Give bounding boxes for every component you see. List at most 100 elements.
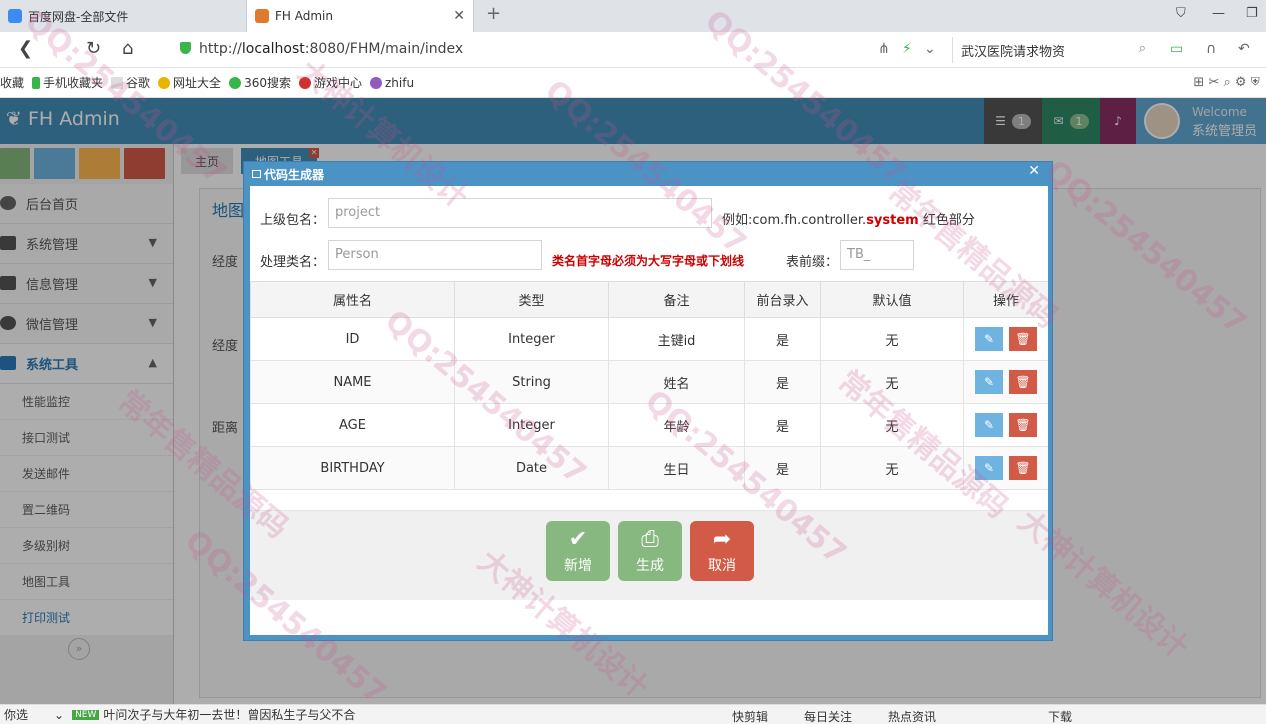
dialog-footer: ✔ 新增 ⎙ 生成 ➦ 取消 [250,510,1048,600]
undo-icon[interactable]: ↶ [1238,41,1250,57]
generate-button[interactable]: ⎙ 生成 [618,521,682,581]
minimize-icon[interactable]: — [1212,6,1225,21]
360-icon [229,76,242,89]
bookmark-item[interactable]: 收藏 [0,74,24,91]
url-field[interactable]: http://localhost:8080/FHM/main/index [180,41,463,57]
package-input[interactable]: project [328,198,712,228]
share-icon[interactable]: ⋔ [878,41,890,57]
class-placeholder: Person [335,247,379,262]
chevron-down-icon[interactable]: ⌄ [924,41,936,57]
edit-icon[interactable]: ✎ [975,413,1003,437]
cancel-button[interactable]: ➦ 取消 [690,521,754,581]
hint-prefix: 例如:com.fh.controller. [722,213,867,228]
tab-title: FH Admin [275,9,333,23]
cell-default: 无 [820,446,964,490]
bookmark-item[interactable]: 谷歌 [111,74,150,91]
cell-actions: ✎ 🗑 [963,403,1048,447]
package-hint: 例如:com.fh.controller.system 红色部分 [722,209,975,228]
prefix-input[interactable]: TB_ [840,240,914,270]
cell-type: Date [454,446,609,490]
secure-shield-icon [180,42,191,54]
share-arrow-icon: ➦ [712,527,732,552]
status-item[interactable]: 每日关注 [804,708,852,724]
table-row: BIRTHDAY Date 生日 是 无 ✎ 🗑 [250,446,1048,490]
close-icon[interactable]: ✕ [1028,163,1040,179]
trash-icon[interactable]: 🗑 [1009,327,1037,351]
cell-type: String [454,360,609,404]
bookmark-label: 网址大全 [173,76,222,90]
bookmark-label: 手机收藏夹 [43,76,104,90]
bookmark-item[interactable]: 手机收藏夹 [32,74,103,91]
bookmark-item[interactable]: 360搜索 [229,74,291,91]
table-row: NAME String 姓名 是 无 ✎ 🗑 [250,360,1048,404]
battery-icon: ▭ [1170,41,1184,57]
home-icon[interactable]: ⌂ [122,38,133,59]
table-row: AGE Integer 年龄 是 无 ✎ 🗑 [250,403,1048,447]
window-icon [252,170,261,178]
chevron-down-icon[interactable]: ⌄ [54,708,64,722]
trash-icon[interactable]: 🗑 [1009,456,1037,480]
close-tab-icon[interactable]: ✕ [453,8,465,24]
trash-icon[interactable]: 🗑 [1009,370,1037,394]
column-header: 默认值 [820,281,964,318]
column-header: 前台录入 [744,281,821,318]
dialog-titlebar[interactable]: 代码生成器 [250,162,1046,186]
table-row: ID Integer 主键id 是 无 ✎ 🗑 [250,317,1048,361]
fields-table: 属性名 类型 备注 前台录入 默认值 操作 ID Integer 主键id 是 [250,281,1048,490]
status-item[interactable]: 快剪辑 [732,708,768,724]
cell-default: 无 [820,403,964,447]
cell-actions: ✎ 🗑 [963,317,1048,361]
new-badge: NEW [72,709,100,720]
fhadmin-icon [255,9,269,23]
edit-icon[interactable]: ✎ [975,370,1003,394]
bookmark-item[interactable]: 网址大全 [158,74,221,91]
page-icon [111,76,124,89]
cell-name: AGE [250,403,455,447]
back-icon[interactable]: ❮ [18,38,33,59]
class-input[interactable]: Person [328,240,542,270]
status-item[interactable]: 下载 [1048,708,1072,724]
column-header: 备注 [608,281,745,318]
trash-icon[interactable]: 🗑 [1009,413,1037,437]
browser-tab-fhadmin[interactable]: FH Admin ✕ [246,0,474,32]
cancel-button-label: 取消 [708,558,736,574]
baidu-icon [8,9,22,23]
address-bar: ❮ ↻ ⌂ http://localhost:8080/FHM/main/ind… [0,32,1266,68]
shirt-icon[interactable]: ⛉ [1176,6,1186,21]
cell-default: 无 [820,360,964,404]
cell-default: 无 [820,317,964,361]
hint-suffix: 红色部分 [922,213,975,228]
bookmark-label: zhifu [384,75,415,90]
column-header: 操作 [963,281,1048,318]
status-left-text: 你选 [4,708,29,722]
cell-input: 是 [744,403,821,447]
browser-status-bar: 你选 ⌄ NEW 叶问次子与大年初一去世！曾因私生子与父不合 快剪辑 每日关注 … [0,704,1266,724]
prefix-label: 表前缀： [786,255,839,270]
cell-type: Integer [454,403,609,447]
lightning-icon[interactable]: ⚡ [902,41,912,57]
cell-input: 是 [744,360,821,404]
reload-icon[interactable]: ↻ [86,38,101,59]
restore-icon[interactable]: ❐ [1246,6,1258,21]
news-ticker[interactable]: 叶问次子与大年初一去世！曾因私生子与父不合 [103,706,355,723]
bookmark-item[interactable]: zhifu [369,75,415,90]
dialog-title: 代码生成器 [264,167,325,182]
edit-icon[interactable]: ✎ [975,456,1003,480]
browser-tab-baidu[interactable]: 百度网盘-全部文件 [0,0,244,32]
edit-icon[interactable]: ✎ [975,327,1003,351]
search-input[interactable]: 武汉医院请求物资 ⌕ [952,37,1152,63]
headphones-icon[interactable]: ∩ [1206,41,1216,57]
search-icon[interactable]: ⌕ [1139,41,1146,56]
status-item[interactable]: 热点资讯 [888,708,936,724]
bookmark-item[interactable]: 游戏中心 [298,74,362,91]
game-icon [298,76,311,89]
extensions-icons[interactable]: ⊞ ✂ ⌕ ⚙ ⛨ [1193,75,1260,90]
column-header: 类型 [454,281,609,318]
add-button[interactable]: ✔ 新增 [546,521,610,581]
bookmark-label: 谷歌 [126,76,151,90]
search-text: 武汉医院请求物资 [961,45,1066,60]
cell-name: ID [250,317,455,361]
bookmark-label: 收藏 [0,76,25,90]
new-tab-icon[interactable]: + [486,3,501,24]
url-host: localhost [241,41,305,57]
